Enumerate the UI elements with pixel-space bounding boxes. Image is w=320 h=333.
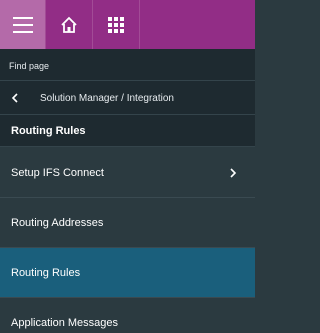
breadcrumb-path: Solution Manager / Integration <box>40 93 174 104</box>
home-button[interactable] <box>46 0 93 49</box>
chevron-left-icon[interactable] <box>10 92 20 104</box>
apps-grid-icon <box>108 16 124 33</box>
find-page-field[interactable]: Find page <box>0 49 255 81</box>
nav-item-label: Setup IFS Connect <box>11 167 104 179</box>
menu-button[interactable] <box>0 0 46 49</box>
nav-item-label: Routing Addresses <box>11 217 104 229</box>
top-bar <box>0 0 255 49</box>
home-icon <box>61 16 77 33</box>
nav-item-application-messages[interactable]: Application Messages <box>0 298 255 333</box>
section-header: Routing Rules <box>0 115 255 147</box>
nav-item-routing-rules[interactable]: Routing Rules <box>0 248 255 298</box>
nav-item-label: Routing Rules <box>11 267 81 279</box>
find-page-label: Find page <box>9 61 50 71</box>
nav-item-routing-addresses[interactable]: Routing Addresses <box>0 198 255 248</box>
breadcrumb[interactable]: Solution Manager / Integration <box>0 81 255 115</box>
menu-icon <box>12 16 33 33</box>
chevron-right-icon <box>230 168 237 178</box>
section-title: Routing Rules <box>11 125 86 137</box>
nav-item-label: Application Messages <box>11 317 119 329</box>
apps-button[interactable] <box>93 0 140 49</box>
nav-item-setup-ifs-connect[interactable]: Setup IFS Connect <box>0 147 255 198</box>
